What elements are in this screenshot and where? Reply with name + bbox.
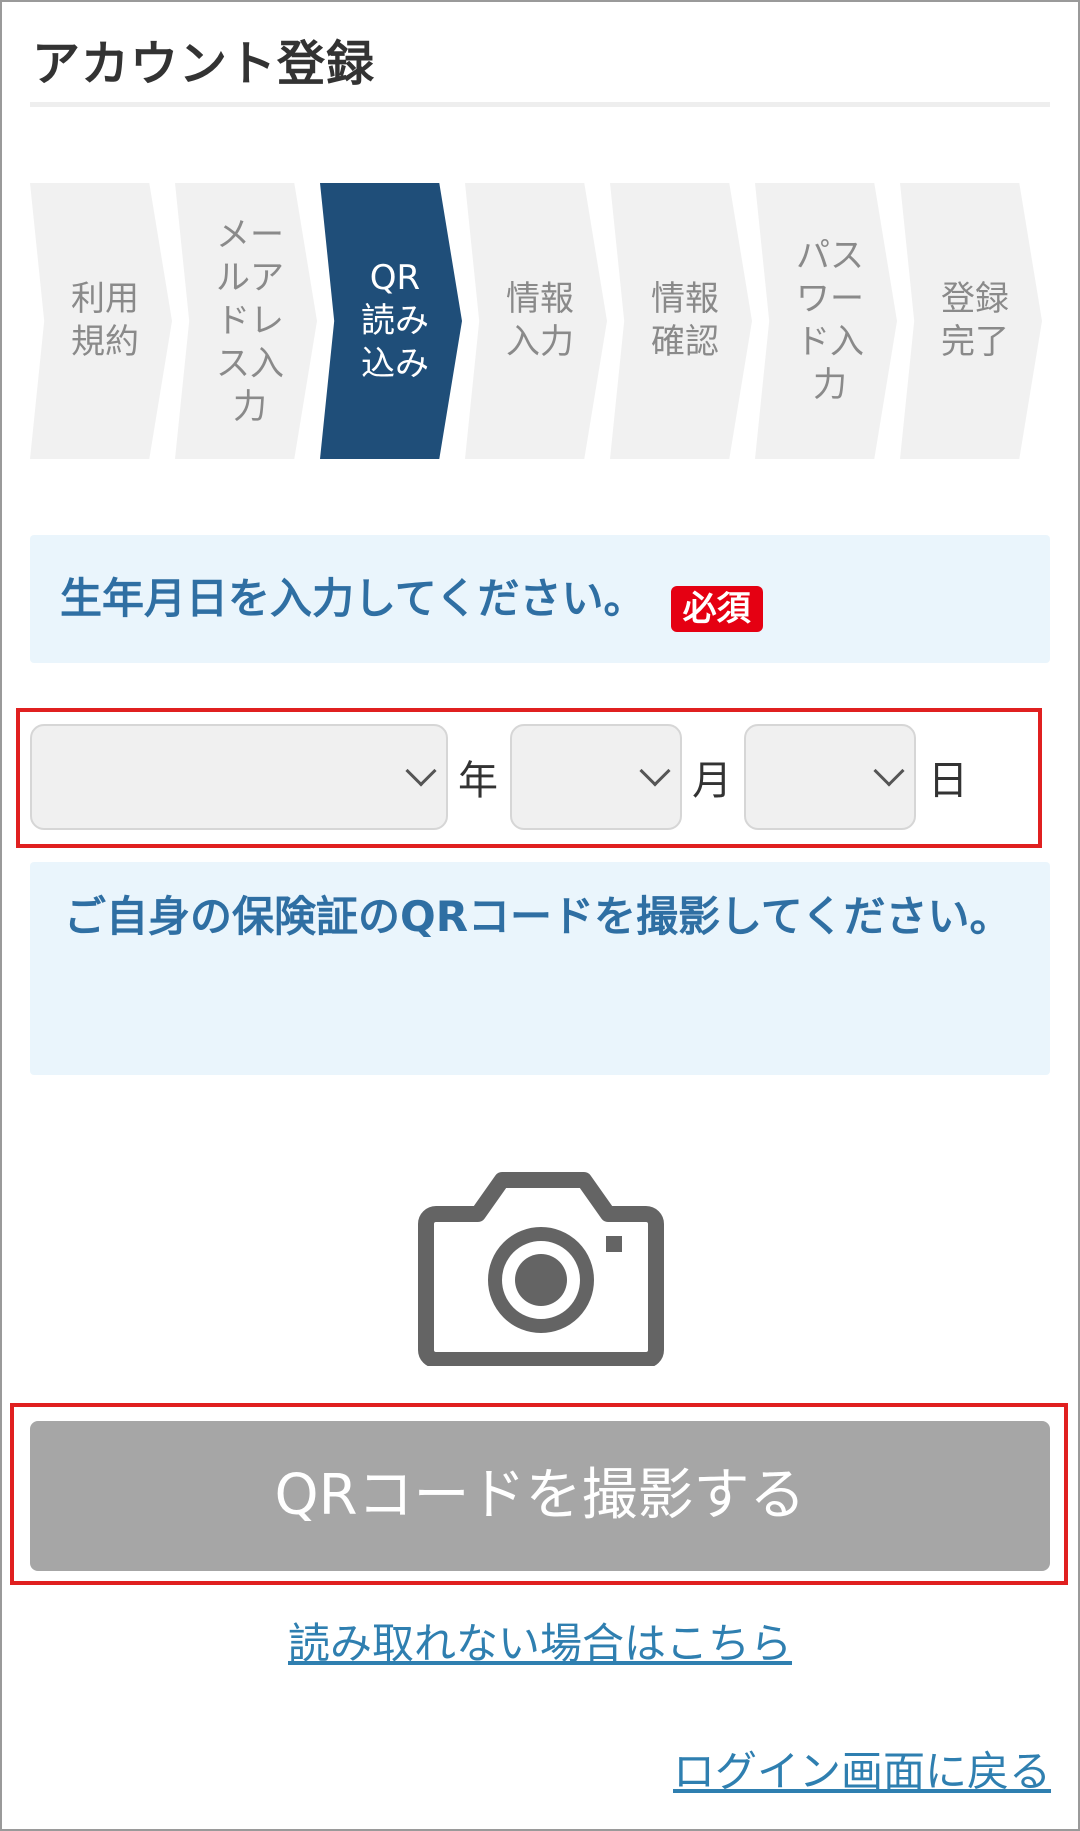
birth-year-select[interactable] — [30, 724, 448, 830]
month-unit-label: 月 — [692, 758, 732, 804]
step-terms: 利用規約 — [30, 183, 172, 459]
step-complete: 登録完了 — [900, 183, 1042, 459]
take-qr-photo-button[interactable]: QRコードを撮影する — [30, 1421, 1050, 1571]
back-to-login-link[interactable]: ログイン画面に戻る — [673, 1738, 1051, 1799]
chevron-down-icon — [405, 755, 437, 787]
step-password: パスワード入力 — [755, 183, 897, 459]
birthdate-prompt: 生年月日を入力してください。 — [60, 574, 646, 623]
chevron-down-icon — [639, 755, 671, 787]
day-unit-label: 日 — [928, 758, 968, 804]
qr-instruction-notice: ご自身の保険証のQRコードを撮影してください。 — [30, 862, 1050, 1075]
step-info-input: 情報入力 — [465, 183, 607, 459]
step-label: 利用規約 — [71, 279, 139, 362]
step-label: 登録完了 — [941, 279, 1009, 362]
title-divider — [30, 102, 1050, 107]
step-label: QR読み込み — [361, 257, 429, 384]
step-qr-scan: QR読み込み — [320, 183, 462, 459]
step-label: メールアドレス入力 — [216, 214, 284, 427]
qr-instruction: ご自身の保険証のQRコードを撮影してください。 — [64, 892, 1012, 941]
step-info-confirm: 情報確認 — [610, 183, 752, 459]
step-label: 情報入力 — [506, 279, 574, 362]
chevron-down-icon — [873, 755, 905, 787]
required-badge: 必須 — [670, 585, 763, 632]
step-label: パスワード入力 — [796, 236, 864, 405]
birth-month-select[interactable] — [510, 724, 682, 830]
year-unit-label: 年 — [458, 758, 498, 804]
birthdate-notice: 生年月日を入力してください。 必須 — [30, 535, 1050, 663]
page-title: アカウント登録 — [32, 36, 376, 92]
birth-day-select[interactable] — [744, 724, 916, 830]
unreadable-qr-link[interactable]: 読み取れない場合はこちら — [288, 1610, 792, 1671]
step-label: 情報確認 — [651, 279, 719, 362]
camera-icon — [416, 1166, 666, 1368]
step-progress: 利用規約 メールアドレス入力 QR読み込み 情報入力 情報確認 パスワード入力 … — [30, 183, 1050, 459]
step-email: メールアドレス入力 — [175, 183, 317, 459]
